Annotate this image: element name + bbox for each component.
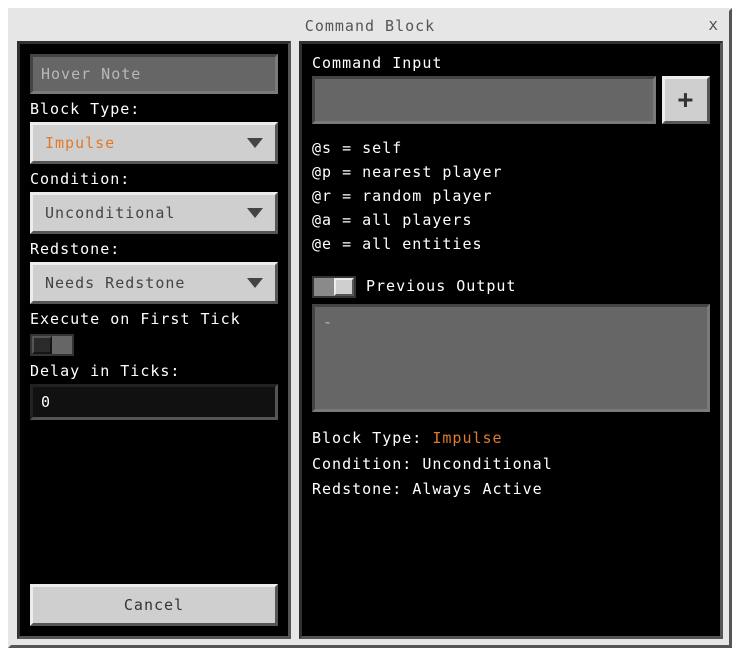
ref-nearest: @p = nearest player: [312, 160, 710, 184]
cancel-button[interactable]: Cancel: [30, 584, 278, 626]
toggle-knob: [334, 278, 354, 296]
condition-select[interactable]: Unconditional: [30, 192, 278, 234]
ref-all-players: @a = all players: [312, 208, 710, 232]
delay-input[interactable]: 0: [30, 384, 278, 420]
redstone-select[interactable]: Needs Redstone: [30, 262, 278, 304]
condition-value: Unconditional: [45, 204, 175, 222]
previous-output-field: -: [312, 304, 710, 412]
block-type-select[interactable]: Impulse: [30, 122, 278, 164]
redstone-label: Redstone:: [30, 240, 278, 258]
command-input[interactable]: [312, 76, 656, 124]
ref-all-entities: @e = all entities: [312, 232, 710, 256]
ref-random: @r = random player: [312, 184, 710, 208]
condition-label: Condition:: [30, 170, 278, 188]
block-type-label: Block Type:: [30, 100, 278, 118]
redstone-value: Needs Redstone: [45, 274, 185, 292]
summary: Block Type: Impulse Condition: Unconditi…: [312, 426, 710, 503]
titlebar: Command Block x: [11, 11, 729, 41]
delay-label: Delay in Ticks:: [30, 362, 278, 380]
execute-first-tick-label: Execute on First Tick: [30, 310, 278, 328]
window: Command Block x Hover Note Block Type: I…: [8, 8, 732, 648]
previous-output-toggle[interactable]: [312, 276, 356, 298]
block-type-value: Impulse: [45, 134, 115, 152]
hover-note-input[interactable]: Hover Note: [30, 54, 278, 94]
toggle-knob: [32, 336, 52, 354]
left-panel: Hover Note Block Type: Impulse Condition…: [17, 41, 291, 639]
right-panel: Command Input + @s = self @p = nearest p…: [299, 41, 723, 639]
hover-note-placeholder: Hover Note: [41, 65, 141, 83]
summary-redstone: Redstone: Always Active: [312, 477, 710, 503]
summary-block-type: Block Type: Impulse: [312, 426, 710, 452]
ref-self: @s = self: [312, 136, 710, 160]
summary-condition: Condition: Unconditional: [312, 452, 710, 478]
previous-output-label: Previous Output: [366, 277, 516, 295]
previous-output-text: -: [323, 313, 333, 331]
add-button[interactable]: +: [662, 76, 710, 124]
plus-icon: +: [678, 85, 695, 115]
execute-first-tick-toggle[interactable]: [30, 334, 74, 356]
window-title: Command Block: [305, 17, 435, 35]
chevron-down-icon: [247, 278, 263, 288]
delay-value: 0: [41, 393, 51, 411]
command-input-label: Command Input: [312, 54, 710, 72]
chevron-down-icon: [247, 138, 263, 148]
close-icon[interactable]: x: [708, 15, 719, 34]
cancel-label: Cancel: [124, 596, 184, 614]
chevron-down-icon: [247, 208, 263, 218]
